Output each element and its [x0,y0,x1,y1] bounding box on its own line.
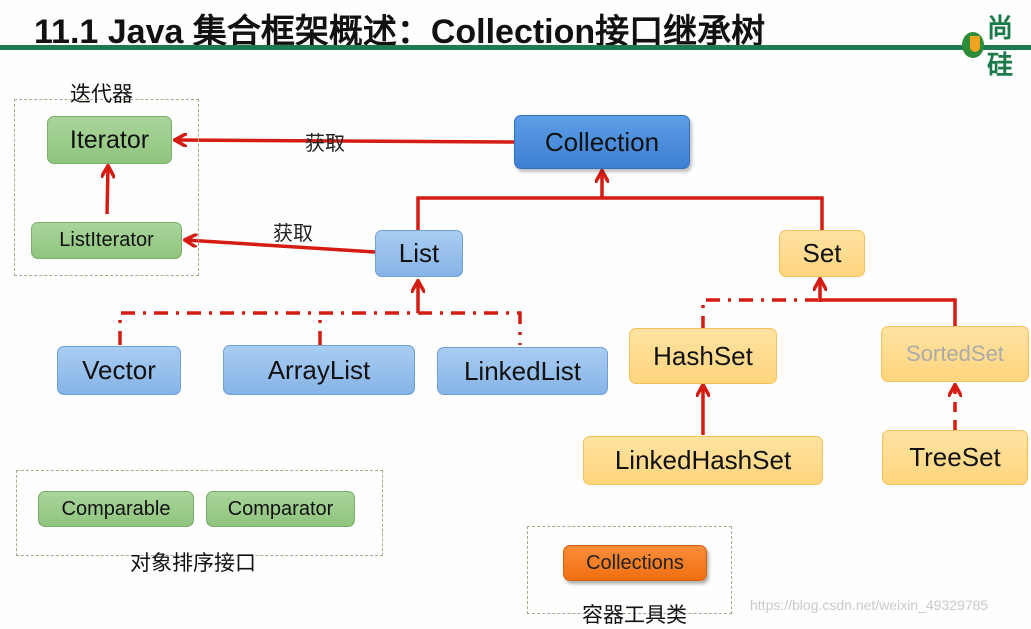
node-array-list[interactable]: ArrayList [223,345,415,395]
watermark: https://blog.csdn.net/weixin_49329785 [750,597,989,613]
sorting-group-label: 对象排序接口 [130,551,256,575]
node-vector[interactable]: Vector [57,346,181,395]
node-sorted-set[interactable]: SortedSet [881,326,1029,382]
edge-label-get-list-iterator: 获取 [273,221,313,245]
node-collection[interactable]: Collection [514,115,690,169]
node-comparable[interactable]: Comparable [38,491,194,527]
edge-hashset-set [701,298,818,330]
node-tree-set[interactable]: TreeSet [882,430,1028,485]
edge-label-get-iterator: 获取 [305,131,345,155]
node-iterator[interactable]: Iterator [47,116,172,164]
edge-collection-iterator [176,140,516,142]
node-list-iterator[interactable]: ListIterator [31,222,182,259]
node-linked-list[interactable]: LinkedList [437,347,608,395]
node-set[interactable]: Set [779,230,865,277]
edge-list-set-collection [416,196,824,230]
node-collections[interactable]: Collections [563,545,707,581]
node-hash-set[interactable]: HashSet [629,328,777,384]
node-linked-hash-set[interactable]: LinkedHashSet [583,436,823,485]
node-list[interactable]: List [375,230,463,277]
iterator-group-label: 迭代器 [70,82,133,106]
node-comparator[interactable]: Comparator [206,491,355,527]
